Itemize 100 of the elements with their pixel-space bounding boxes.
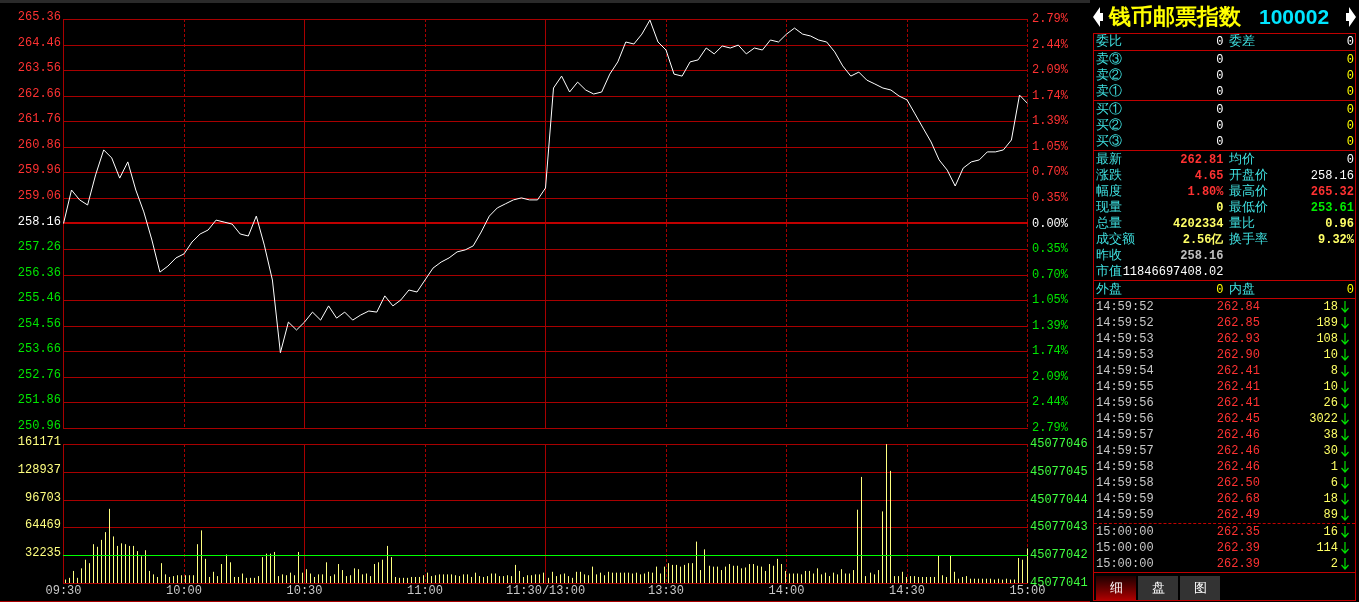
price-axis-label: 262.66 xyxy=(17,87,61,100)
tick-price: 262.39 xyxy=(1215,540,1260,556)
tick-volume: 8 xyxy=(1329,363,1338,379)
percent-axis-label: 1.39% xyxy=(1032,115,1068,128)
tick-volume: 189 xyxy=(1315,315,1338,331)
index-code: 100002 xyxy=(1259,6,1330,27)
panel-tab[interactable]: 细 xyxy=(1096,576,1136,600)
tick-time: 14:59:56 xyxy=(1096,411,1155,427)
tick-time: 15:00:00 xyxy=(1096,524,1155,540)
price-axis-label: 265.36 xyxy=(17,11,61,23)
tick-price: 262.39 xyxy=(1215,556,1260,572)
quote-value: 0 xyxy=(1216,102,1224,118)
percent-axis-label: 1.05% xyxy=(1032,294,1068,307)
price-axis-label: 253.66 xyxy=(17,343,61,356)
volume-right-axis-label: 45077045 xyxy=(1030,465,1088,478)
tick-time: 14:59:59 xyxy=(1096,491,1155,507)
tick-volume: 114 xyxy=(1315,540,1338,556)
percent-axis-label: 2.09% xyxy=(1032,370,1068,383)
tick-time: 14:59:56 xyxy=(1096,395,1155,411)
quote-value: 4202334 xyxy=(1173,216,1224,232)
previous-arrow-icon[interactable] xyxy=(1093,5,1103,28)
quote-value: 2.56亿 xyxy=(1182,232,1224,248)
quote-value: 0 xyxy=(1346,118,1354,134)
down-arrow-icon xyxy=(1341,558,1349,570)
panel-tab[interactable]: 盘 xyxy=(1138,576,1178,600)
tick-time: 14:59:53 xyxy=(1096,331,1155,347)
quote-value: 9.32% xyxy=(1318,232,1354,248)
quote-label: 委差 xyxy=(1228,34,1255,50)
percent-axis-label: 1.05% xyxy=(1032,140,1068,153)
price-axis-label: 264.46 xyxy=(17,36,61,49)
tick-volume: 108 xyxy=(1315,331,1338,347)
volume-axis-label: 161171 xyxy=(17,436,61,448)
panel-tab[interactable]: 图 xyxy=(1180,576,1220,600)
quote-value: 1.80% xyxy=(1187,184,1224,200)
tick-volume: 18 xyxy=(1322,491,1338,507)
time-axis-label: 14:30 xyxy=(889,585,925,597)
tick-price: 262.41 xyxy=(1215,395,1260,411)
tick-volume: 38 xyxy=(1322,427,1338,443)
quote-value: 0 xyxy=(1346,282,1354,298)
price-axis-label: 263.56 xyxy=(17,62,61,75)
time-axis-label: 14:00 xyxy=(768,585,805,597)
quote-label: 内盘 xyxy=(1228,282,1255,298)
quote-value: 0.96 xyxy=(1325,216,1354,232)
down-arrow-icon xyxy=(1341,381,1349,393)
quote-value: 0 xyxy=(1216,118,1224,134)
tick-price: 262.46 xyxy=(1215,443,1260,459)
tick-volume: 26 xyxy=(1322,395,1338,411)
down-arrow-icon xyxy=(1341,365,1349,377)
quote-value: 262.81 xyxy=(1180,152,1224,168)
down-arrow-icon xyxy=(1341,317,1349,329)
tick-time: 14:59:55 xyxy=(1096,379,1155,395)
quote-value: 0 xyxy=(1346,134,1354,150)
down-arrow-icon xyxy=(1341,333,1349,345)
volume-right-axis-label: 45077044 xyxy=(1030,493,1088,506)
quote-value: 0 xyxy=(1346,52,1354,68)
price-axis-label: 258.16 xyxy=(17,215,61,228)
percent-axis-label: 2.44% xyxy=(1032,396,1068,409)
tick-volume: 6 xyxy=(1329,475,1338,491)
quote-label: 量比 xyxy=(1228,216,1255,232)
down-arrow-icon xyxy=(1341,301,1349,313)
tick-price: 262.41 xyxy=(1215,379,1260,395)
tick-price: 262.46 xyxy=(1215,459,1260,475)
quote-value: 0 xyxy=(1346,84,1354,100)
quote-label: 换手率 xyxy=(1228,232,1268,248)
quote-label: 最新 xyxy=(1096,152,1122,168)
quote-label: 成交额 xyxy=(1096,232,1135,248)
time-axis-label: 10:30 xyxy=(286,585,323,597)
quote-label: 最高价 xyxy=(1228,184,1268,200)
quote-value: 265.32 xyxy=(1310,184,1354,200)
time-axis-label: 09:30 xyxy=(45,585,82,597)
time-axis-label: 10:00 xyxy=(166,585,202,597)
quote-value: 11846697408.02 xyxy=(1122,264,1224,280)
percent-axis-label: 2.79% xyxy=(1032,13,1068,25)
quote-value: 0 xyxy=(1346,152,1354,168)
tick-price: 262.35 xyxy=(1215,524,1260,540)
percent-axis-label: 1.74% xyxy=(1032,345,1068,358)
quote-label: 委比 xyxy=(1096,34,1122,50)
percent-axis-label: 2.09% xyxy=(1032,64,1068,77)
down-arrow-icon xyxy=(1341,477,1349,489)
tick-time: 14:59:57 xyxy=(1096,427,1155,443)
tick-time: 14:59:59 xyxy=(1096,507,1155,523)
quote-value: 0 xyxy=(1346,68,1354,84)
down-arrow-icon xyxy=(1341,542,1349,554)
quote-value: 0 xyxy=(1346,102,1354,118)
quote-label: 昨收 xyxy=(1096,248,1122,264)
tick-volume: 2 xyxy=(1329,556,1338,572)
index-title: 钱币邮票指数 xyxy=(1109,5,1241,28)
quote-value: 0 xyxy=(1216,52,1224,68)
next-arrow-icon[interactable] xyxy=(1346,5,1356,28)
quote-value: 0 xyxy=(1346,34,1354,50)
quote-label: 开盘价 xyxy=(1228,168,1268,184)
down-arrow-icon xyxy=(1341,461,1349,473)
price-axis-label: 252.76 xyxy=(17,368,61,381)
price-axis-label: 255.46 xyxy=(17,292,61,305)
tick-price: 262.41 xyxy=(1215,363,1260,379)
tick-price: 262.85 xyxy=(1215,315,1260,331)
quote-label: 卖③ xyxy=(1096,52,1122,68)
quote-value: 0 xyxy=(1216,68,1224,84)
percent-axis-label: 0.35% xyxy=(1032,191,1068,204)
quote-label: 外盘 xyxy=(1096,282,1122,298)
